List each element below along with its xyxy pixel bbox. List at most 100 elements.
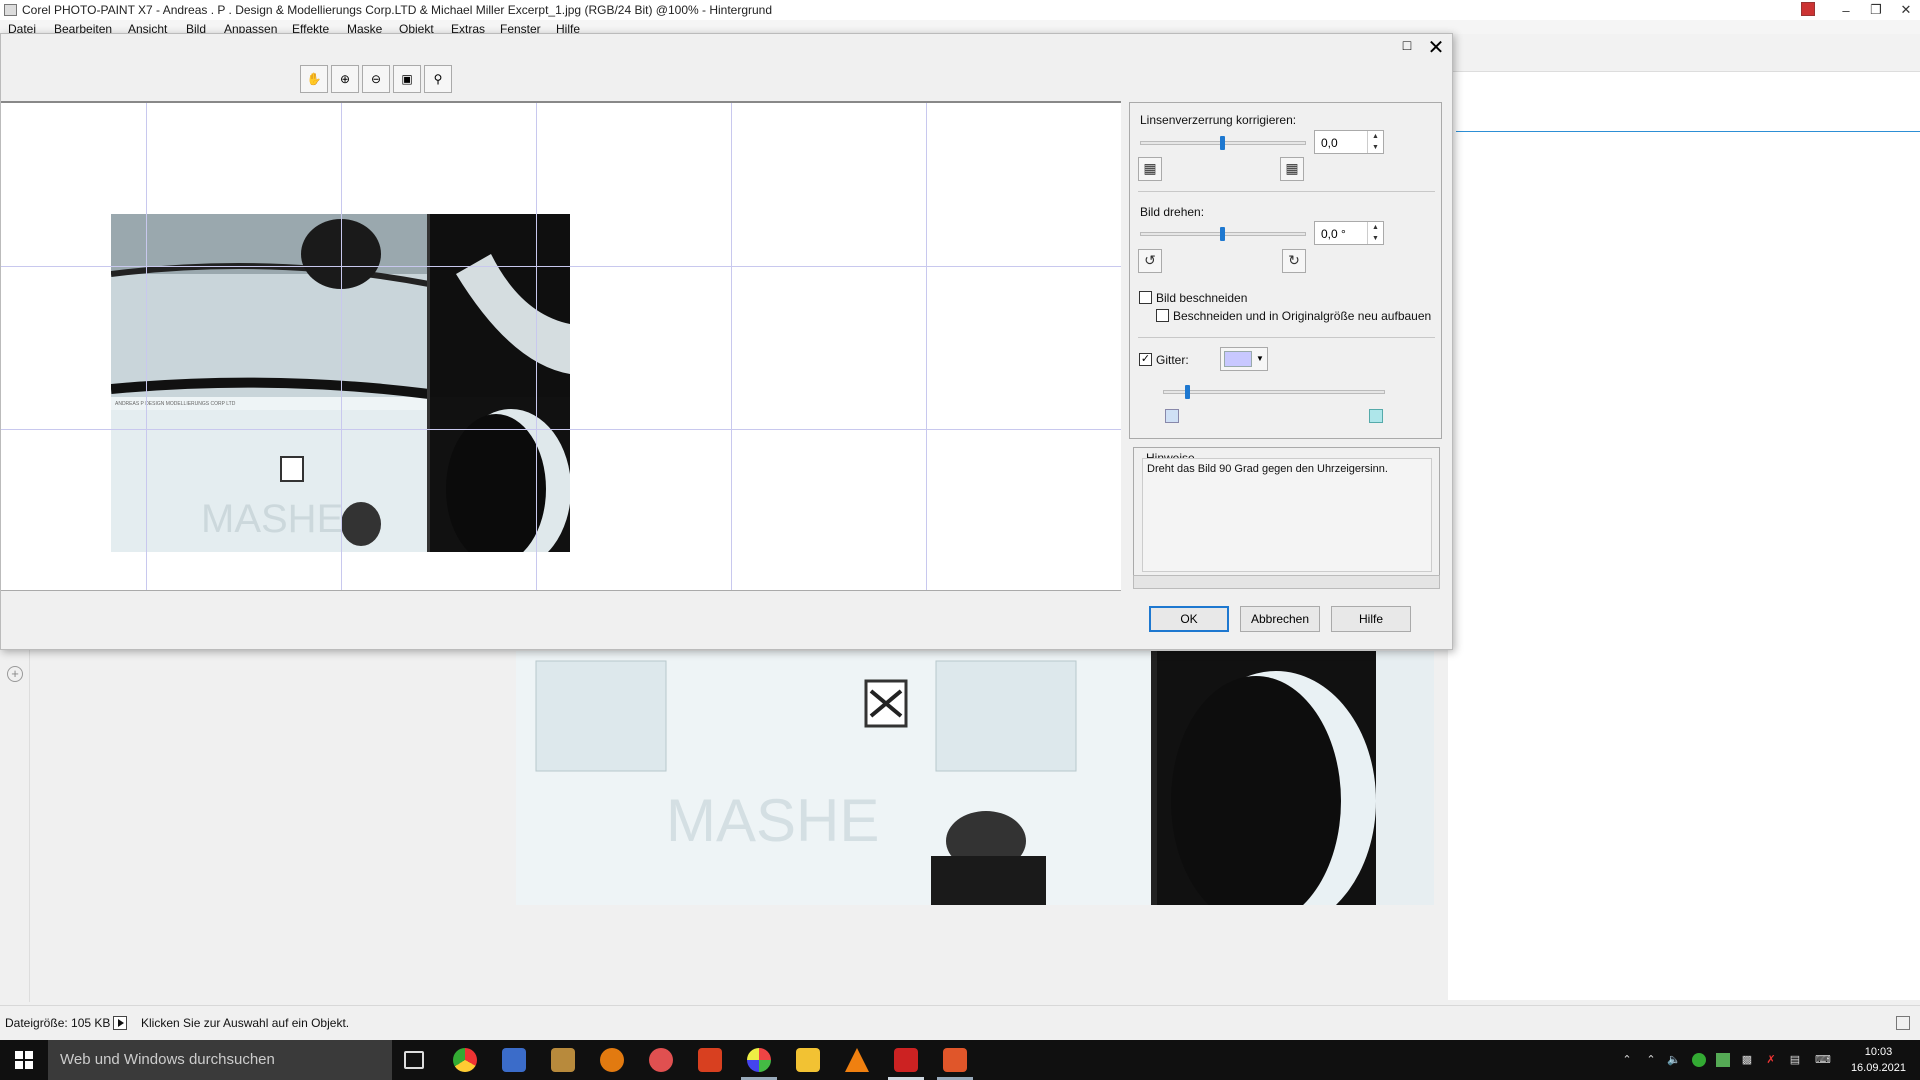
docker-divider: [1456, 131, 1920, 132]
app-titlebar: Corel PHOTO-PAINT X7 - Andreas . P . Des…: [0, 0, 1920, 20]
barrel-grid-icon: ▦: [1138, 157, 1162, 181]
small-grid-icon: [1165, 409, 1179, 423]
straighten-dialog: □ ✕ ✋ ⊕ ⊖ ▣ ⚲ ANDREAS P DESIGN MODELLIER…: [0, 33, 1453, 650]
design-app-icon[interactable]: [698, 1048, 722, 1072]
grid-size-slider-track[interactable]: [1163, 390, 1385, 394]
volume-icon[interactable]: 🔈: [1667, 1053, 1681, 1067]
grid-line-v: [536, 103, 537, 590]
grid-line-v: [341, 103, 342, 590]
zoom-in-icon[interactable]: ⊕: [331, 65, 359, 93]
large-grid-icon: [1369, 409, 1383, 423]
image-viewer-icon[interactable]: [551, 1048, 575, 1072]
hand-icon[interactable]: ✋: [300, 65, 328, 93]
svg-text:MASHE: MASHE: [666, 787, 879, 854]
taskbar-search-input[interactable]: Web und Windows durchsuchen: [48, 1040, 392, 1080]
document-canvas[interactable]: MASHE: [516, 651, 1434, 905]
docker-panel: [1448, 34, 1920, 1000]
crop-checkbox[interactable]: [1139, 291, 1152, 304]
help-button[interactable]: Hilfe: [1331, 606, 1411, 632]
chrome-icon[interactable]: [453, 1048, 477, 1072]
hints-box: Dreht das Bild 90 Grad gegen den Uhrzeig…: [1142, 458, 1432, 572]
browser-icon[interactable]: [649, 1048, 673, 1072]
vlc-icon[interactable]: [845, 1048, 869, 1072]
pincushion-grid-icon: ▦: [1280, 157, 1304, 181]
menubar: Datei Bearbeiten Ansicht Bild Anpassen E…: [0, 20, 1920, 34]
play-arrow-icon[interactable]: [113, 1016, 127, 1030]
rotate-value-spinner[interactable]: 0,0 ° ▲ ▼: [1314, 221, 1384, 245]
crop-resize-checkbox[interactable]: [1156, 309, 1169, 322]
rotate-cw-button[interactable]: ↻: [1282, 249, 1306, 273]
settings-group: Linsenverzerrung korrigieren: 0,0 ▲ ▼ ▦ ▦…: [1129, 102, 1442, 439]
preview-pane[interactable]: ANDREAS P DESIGN MODELLIERUNGS CORP LTD …: [1, 101, 1121, 591]
grid-line-h: [1, 266, 1121, 267]
windows-start-icon[interactable]: [0, 1040, 48, 1080]
cancel-button[interactable]: Abbrechen: [1240, 606, 1320, 632]
taskbar: Web und Windows durchsuchen ⌃ ⌃ 🔈 ▩ ✗ ▤ …: [0, 1040, 1920, 1080]
statusbar: Dateigröße: 105 KB Klicken Sie zur Auswa…: [0, 1005, 1920, 1043]
crop-resize-label: Beschneiden und in Originalgröße neu auf…: [1173, 309, 1432, 323]
grid-line-h: [1, 429, 1121, 430]
security-icon[interactable]: [1692, 1053, 1706, 1067]
docker-header: [1448, 34, 1920, 72]
grid-line-v: [926, 103, 927, 590]
lens-value-spinner[interactable]: 0,0 ▲ ▼: [1314, 130, 1384, 154]
hints-group: Hinweise Dreht das Bild 90 Grad gegen de…: [1133, 447, 1440, 579]
task-view-icon[interactable]: [404, 1051, 424, 1069]
rotate-label: Bild drehen:: [1140, 205, 1205, 219]
color-app-icon[interactable]: [747, 1048, 771, 1072]
rotate-ccw-button[interactable]: ↺: [1138, 249, 1162, 273]
fit-window-icon[interactable]: ▣: [393, 65, 421, 93]
network-up-icon[interactable]: ⌃: [1644, 1053, 1658, 1067]
taskbar-clock[interactable]: 10:03 16.09.2021: [1851, 1044, 1906, 1076]
rotate-slider-thumb[interactable]: [1220, 227, 1225, 241]
user-icon[interactable]: [1801, 2, 1815, 16]
tray-expand-icon[interactable]: ⌃: [1620, 1053, 1634, 1067]
file-explorer-icon[interactable]: [796, 1048, 820, 1072]
app-icon: [4, 4, 17, 16]
svg-text:MASHE: MASHE: [201, 497, 343, 541]
spinner-arrows-icon[interactable]: ▲ ▼: [1367, 131, 1383, 153]
grid-color-picker[interactable]: ▼: [1220, 347, 1268, 371]
notification-icon[interactable]: ▤: [1788, 1053, 1802, 1067]
grid-checkbox[interactable]: ✓: [1139, 353, 1152, 366]
crop-label: Bild beschneiden: [1156, 291, 1248, 305]
zoom-out-icon[interactable]: ⊖: [362, 65, 390, 93]
lens-correction-label: Linsenverzerrung korrigieren:: [1140, 113, 1297, 127]
close-app-button[interactable]: ✕: [1891, 0, 1920, 20]
pdf-app-icon[interactable]: [502, 1048, 526, 1072]
ok-button[interactable]: OK: [1149, 606, 1229, 632]
spinner-arrows-icon[interactable]: ▲ ▼: [1367, 222, 1383, 244]
dialog-maximize-button[interactable]: □: [1397, 37, 1417, 57]
separator: [1138, 337, 1435, 338]
dialog-close-button[interactable]: ✕: [1425, 35, 1447, 59]
clock-time: 10:03: [1864, 1046, 1893, 1058]
photo-paint-icon[interactable]: [894, 1048, 918, 1072]
add-icon[interactable]: +: [7, 666, 23, 682]
grid-size-slider-thumb[interactable]: [1185, 385, 1190, 399]
minimize-button[interactable]: –: [1831, 0, 1861, 20]
gpu-icon[interactable]: [1716, 1053, 1730, 1067]
lens-value: 0,0: [1321, 136, 1338, 150]
grid-line-v: [146, 103, 147, 590]
svg-text:ANDREAS P DESIGN MODELLIERUNGS: ANDREAS P DESIGN MODELLIERUNGS CORP LTD: [115, 401, 236, 407]
zoom-100-icon[interactable]: ⚲: [424, 65, 452, 93]
keyboard-icon[interactable]: ⌨: [1812, 1053, 1834, 1067]
status-settings-icon[interactable]: [1896, 1016, 1910, 1030]
filesize-label: Dateigröße: 105 KB: [5, 1016, 111, 1030]
wifi-icon[interactable]: ▩: [1740, 1053, 1754, 1067]
grid-label: Gitter:: [1156, 353, 1189, 367]
chevron-down-icon: ▼: [1256, 354, 1264, 363]
clock-date: 16.09.2021: [1850, 1062, 1906, 1074]
app-title: Corel PHOTO-PAINT X7 - Andreas . P . Des…: [22, 3, 773, 17]
antivirus-icon[interactable]: ✗: [1764, 1053, 1778, 1067]
hints-scrollbar[interactable]: [1133, 575, 1440, 589]
rotate-value: 0,0 °: [1321, 227, 1346, 241]
media-app-icon[interactable]: [600, 1048, 624, 1072]
hints-text: Dreht das Bild 90 Grad gegen den Uhrzeig…: [1147, 463, 1388, 475]
restore-button[interactable]: ❐: [1861, 0, 1891, 20]
grid-line-v: [731, 103, 732, 590]
corel-app-icon[interactable]: [943, 1048, 967, 1072]
lens-slider-thumb[interactable]: [1220, 136, 1225, 150]
separator: [1138, 191, 1435, 192]
grid-color-swatch: [1224, 351, 1252, 367]
